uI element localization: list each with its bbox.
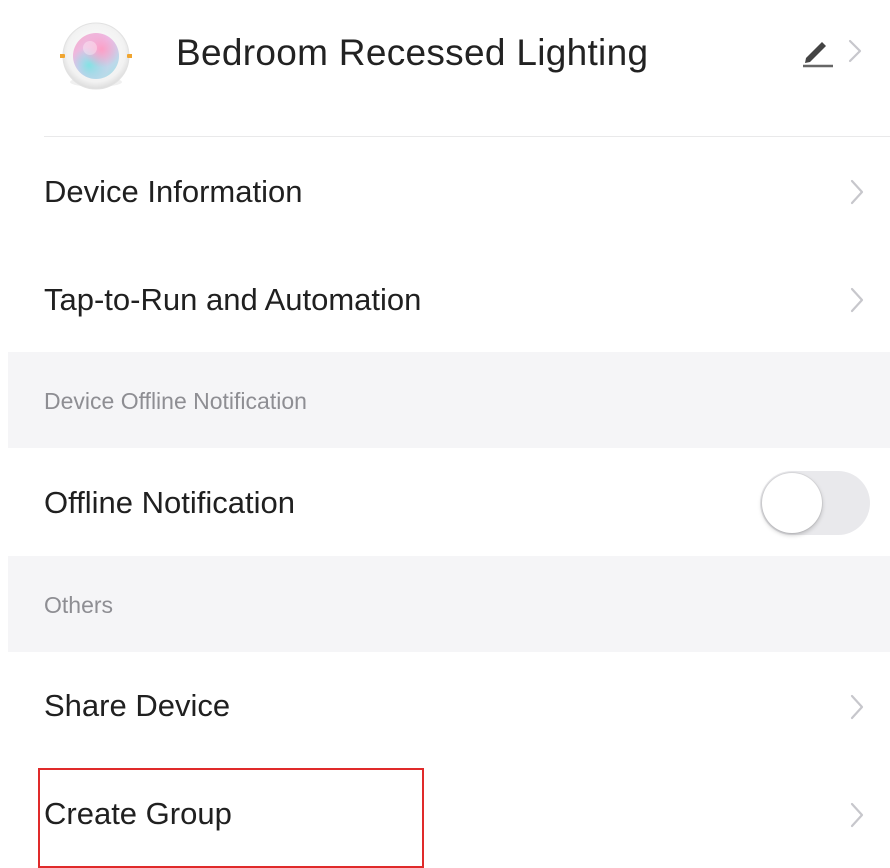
edit-device-name-button[interactable]	[800, 30, 870, 70]
toggle-knob	[762, 473, 822, 533]
row-create-group[interactable]: Create Group	[0, 760, 890, 859]
offline-notification-label: Offline Notification	[44, 485, 295, 520]
row-share-device[interactable]: Share Device	[0, 652, 890, 760]
chevron-right-icon	[850, 694, 864, 720]
recessed-light-icon	[59, 20, 133, 92]
device-name: Bedroom Recessed Lighting	[176, 32, 649, 73]
chevron-right-icon	[850, 287, 864, 313]
row-device-information[interactable]: Device Information	[0, 138, 890, 246]
offline-notification-toggle[interactable]	[760, 471, 870, 535]
section-header-others: Others	[8, 556, 890, 652]
section-header-device-offline-notification: Device Offline Notification	[8, 352, 890, 448]
device-header[interactable]: Bedroom Recessed Lighting	[0, 0, 890, 118]
tap-to-run-label: Tap-to-Run and Automation	[44, 282, 422, 317]
device-settings-page: Bedroom Recessed Lighting Device Informa…	[0, 0, 890, 868]
pencil-icon	[803, 42, 833, 68]
section-label: Device Offline Notification	[44, 388, 307, 414]
chevron-right-icon	[850, 802, 864, 828]
section-label: Others	[44, 592, 114, 618]
create-group-label: Create Group	[44, 796, 232, 831]
device-information-label: Device Information	[44, 174, 303, 209]
header-divider	[44, 136, 890, 137]
share-device-label: Share Device	[44, 688, 231, 723]
chevron-right-icon	[850, 179, 864, 205]
chevron-right-icon	[848, 39, 862, 63]
row-offline-notification: Offline Notification	[0, 448, 890, 556]
row-tap-to-run[interactable]: Tap-to-Run and Automation	[0, 246, 890, 352]
